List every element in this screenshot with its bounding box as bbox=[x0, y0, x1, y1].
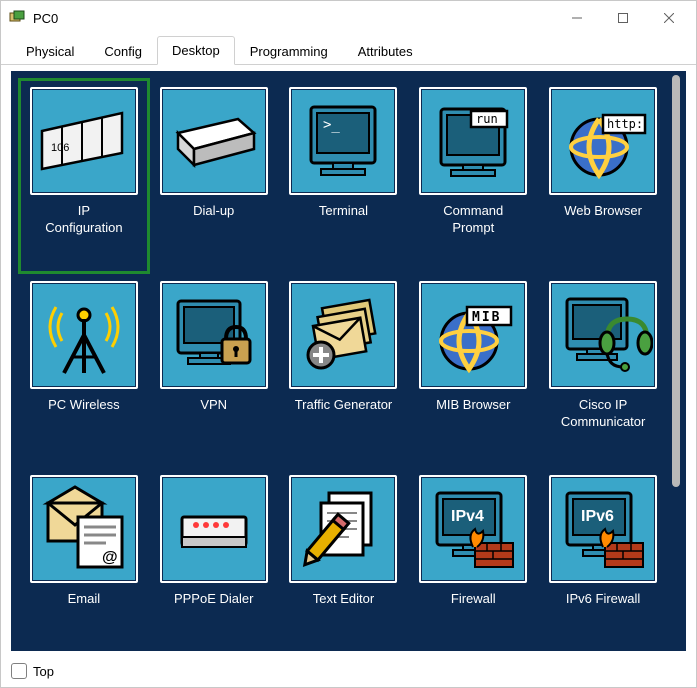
minimize-button[interactable] bbox=[554, 3, 600, 33]
app-label: MIB Browser bbox=[436, 397, 510, 414]
close-button[interactable] bbox=[646, 3, 692, 33]
svg-text:>_: >_ bbox=[323, 117, 340, 133]
app-ip-configuration[interactable]: 106 IP Configuration bbox=[19, 79, 149, 273]
app-label: Terminal bbox=[319, 203, 368, 220]
svg-text:@: @ bbox=[102, 549, 118, 566]
app-label: IP Configuration bbox=[45, 203, 122, 237]
antenna-icon bbox=[30, 281, 138, 389]
app-firewall[interactable]: IPv4 Firewall bbox=[408, 467, 538, 651]
top-checkbox[interactable] bbox=[11, 663, 27, 679]
tab-programming[interactable]: Programming bbox=[235, 37, 343, 65]
envelopes-icon bbox=[289, 281, 397, 389]
app-label: Dial-up bbox=[193, 203, 234, 220]
firewall-ipv4-icon: IPv4 bbox=[419, 475, 527, 583]
envelope-at-icon: @ bbox=[30, 475, 138, 583]
svg-text:http:: http: bbox=[607, 117, 643, 131]
svg-text:106: 106 bbox=[51, 142, 69, 154]
maximize-button[interactable] bbox=[600, 3, 646, 33]
top-label: Top bbox=[33, 664, 54, 679]
app-label: Firewall bbox=[451, 591, 496, 608]
app-vpn[interactable]: VPN bbox=[149, 273, 279, 467]
router-icon bbox=[160, 475, 268, 583]
desktop-grid: 106 IP Configuration Dial-up bbox=[11, 71, 670, 651]
app-label: Cisco IP Communicator bbox=[561, 397, 646, 431]
app-label: IPv6 Firewall bbox=[566, 591, 640, 608]
svg-text:run: run bbox=[476, 112, 498, 126]
app-label: Text Editor bbox=[313, 591, 374, 608]
app-terminal[interactable]: >_ Terminal bbox=[279, 79, 409, 273]
app-pppoe-dialer[interactable]: PPPoE Dialer bbox=[149, 467, 279, 651]
monitor-headset-icon bbox=[549, 281, 657, 389]
app-mib-browser[interactable]: MIB MIB Browser bbox=[408, 273, 538, 467]
app-label: Traffic Generator bbox=[295, 397, 393, 414]
modem-icon bbox=[160, 87, 268, 195]
app-pc-wireless[interactable]: PC Wireless bbox=[19, 273, 149, 467]
app-label: PPPoE Dialer bbox=[174, 591, 253, 608]
rack-icon: 106 bbox=[30, 87, 138, 195]
app-label: Email bbox=[68, 591, 101, 608]
app-text-editor[interactable]: Text Editor bbox=[279, 467, 409, 651]
tab-attributes[interactable]: Attributes bbox=[343, 37, 428, 65]
app-traffic-generator[interactable]: Traffic Generator bbox=[279, 273, 409, 467]
tab-physical[interactable]: Physical bbox=[11, 37, 89, 65]
globe-mib-icon: MIB bbox=[419, 281, 527, 389]
app-label: Web Browser bbox=[564, 203, 642, 220]
app-label: Command Prompt bbox=[443, 203, 503, 237]
globe-icon: http: bbox=[549, 87, 657, 195]
app-label: PC Wireless bbox=[48, 397, 120, 414]
app-cisco-ip-communicator[interactable]: Cisco IP Communicator bbox=[538, 273, 668, 467]
app-label: VPN bbox=[200, 397, 227, 414]
app-window: PC0 Physical Config Desktop Programming … bbox=[0, 0, 697, 688]
bottombar: Top bbox=[1, 655, 696, 687]
desktop-area: 106 IP Configuration Dial-up bbox=[11, 71, 686, 651]
tab-desktop[interactable]: Desktop bbox=[157, 36, 235, 65]
window-controls bbox=[554, 3, 692, 33]
titlebar: PC0 bbox=[1, 1, 696, 35]
firewall-ipv6-icon: IPv6 bbox=[549, 475, 657, 583]
scrollbar-thumb[interactable] bbox=[672, 75, 680, 487]
svg-text:IPv6: IPv6 bbox=[581, 508, 614, 525]
tab-config[interactable]: Config bbox=[89, 37, 157, 65]
terminal-icon: >_ bbox=[289, 87, 397, 195]
tabbar: Physical Config Desktop Programming Attr… bbox=[1, 35, 696, 65]
app-dial-up[interactable]: Dial-up bbox=[149, 79, 279, 273]
app-ipv6-firewall[interactable]: IPv6 IPv6 Firew bbox=[538, 467, 668, 651]
svg-text:IPv4: IPv4 bbox=[451, 508, 484, 525]
svg-text:MIB: MIB bbox=[472, 310, 501, 325]
cmd-icon: run bbox=[419, 87, 527, 195]
window-title: PC0 bbox=[33, 11, 554, 26]
app-command-prompt[interactable]: run Command Prompt bbox=[408, 79, 538, 273]
app-email[interactable]: @ Email bbox=[19, 467, 149, 651]
app-web-browser[interactable]: http: Web Browser bbox=[538, 79, 668, 273]
pencil-docs-icon bbox=[289, 475, 397, 583]
scrollbar[interactable] bbox=[670, 75, 682, 647]
app-icon bbox=[9, 10, 25, 26]
monitor-lock-icon bbox=[160, 281, 268, 389]
